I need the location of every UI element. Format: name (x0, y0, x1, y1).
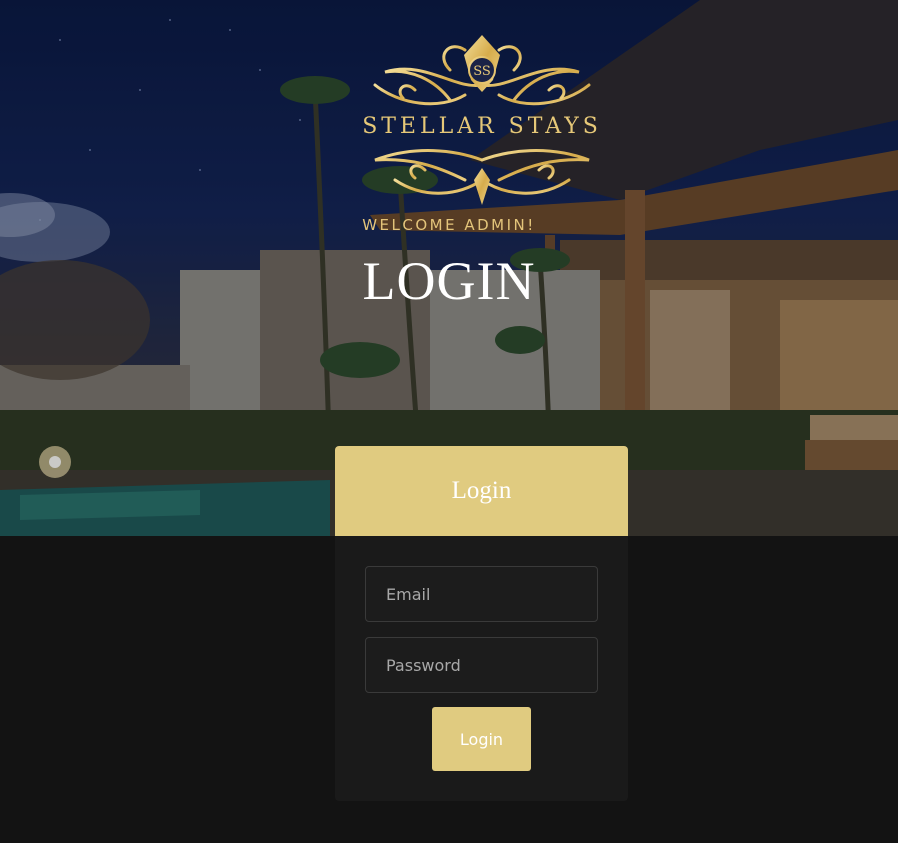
welcome-text: WELCOME ADMIN! (362, 216, 536, 234)
login-card-title: Login (451, 477, 512, 504)
brand-name: STELLAR STAYS (362, 114, 602, 139)
login-button[interactable]: Login (432, 707, 531, 771)
email-field[interactable] (365, 566, 598, 622)
stellar-stays-logo: SS STELLAR STAYS (355, 30, 609, 210)
page-title: LOGIN (362, 251, 536, 311)
login-card-header: Login (335, 446, 628, 536)
password-field[interactable] (365, 637, 598, 693)
login-card: Login Login (335, 446, 628, 801)
svg-text:SS: SS (473, 64, 491, 79)
